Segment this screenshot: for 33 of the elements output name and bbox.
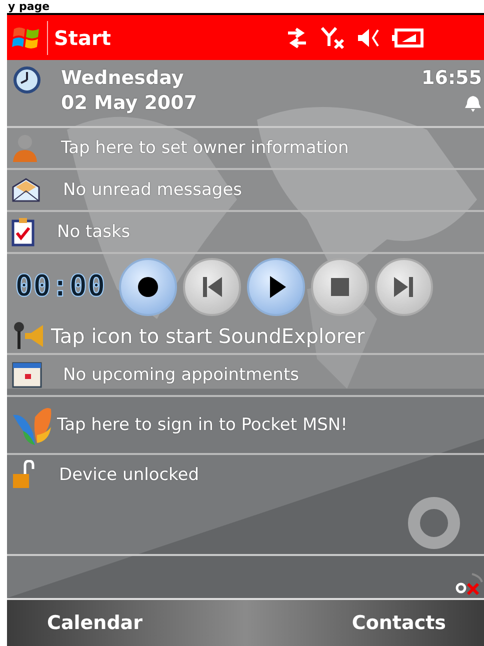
bell-icon[interactable] (464, 93, 482, 113)
page-heading: y page (7, 0, 50, 13)
clipboard-icon (11, 217, 35, 247)
microphone-speaker-icon (11, 321, 45, 351)
item-text: Device unlocked (59, 465, 200, 485)
item-text: Tap here to sign in to Pocket MSN! (57, 415, 348, 435)
item-text: No upcoming appointments (63, 365, 299, 385)
today-item[interactable]: Tap here to sign in to Pocket MSN! (7, 397, 484, 455)
today-item[interactable]: No upcoming appointments (7, 355, 484, 397)
item-text: Tap here to set owner information (61, 138, 349, 158)
battery-icon[interactable] (392, 28, 424, 48)
item-text: No tasks (57, 222, 130, 242)
time-label: 16:55 (422, 66, 482, 91)
softkey-button[interactable]: Calendar (45, 600, 144, 646)
connection-off-icon[interactable] (454, 570, 484, 596)
timer-display: 00:00 (15, 269, 106, 304)
clock-icon (13, 66, 41, 94)
date-label: 02 May 2007 (61, 91, 198, 116)
today-item[interactable]: No tasks (7, 212, 484, 254)
today-item[interactable]: Tap icon to start SoundExplorer (7, 319, 484, 355)
no-signal-icon[interactable] (320, 26, 346, 50)
ring-logo-icon (406, 495, 462, 551)
calendar-icon (11, 361, 43, 389)
day-label: Wednesday (61, 66, 185, 91)
date-panel[interactable]: Wednesday 02 May 2007 16:55 (7, 60, 484, 128)
today-item[interactable]: No unread messages (7, 170, 484, 212)
item-text: Tap icon to start SoundExplorer (51, 324, 365, 348)
today-item[interactable]: Tap here to set owner information (7, 128, 484, 170)
person-icon (11, 133, 39, 163)
unlocked-padlock-icon (11, 460, 37, 490)
softkey-button[interactable]: Contacts (350, 600, 448, 646)
start-button[interactable]: Start (7, 15, 111, 60)
item-text: No unread messages (63, 180, 242, 200)
